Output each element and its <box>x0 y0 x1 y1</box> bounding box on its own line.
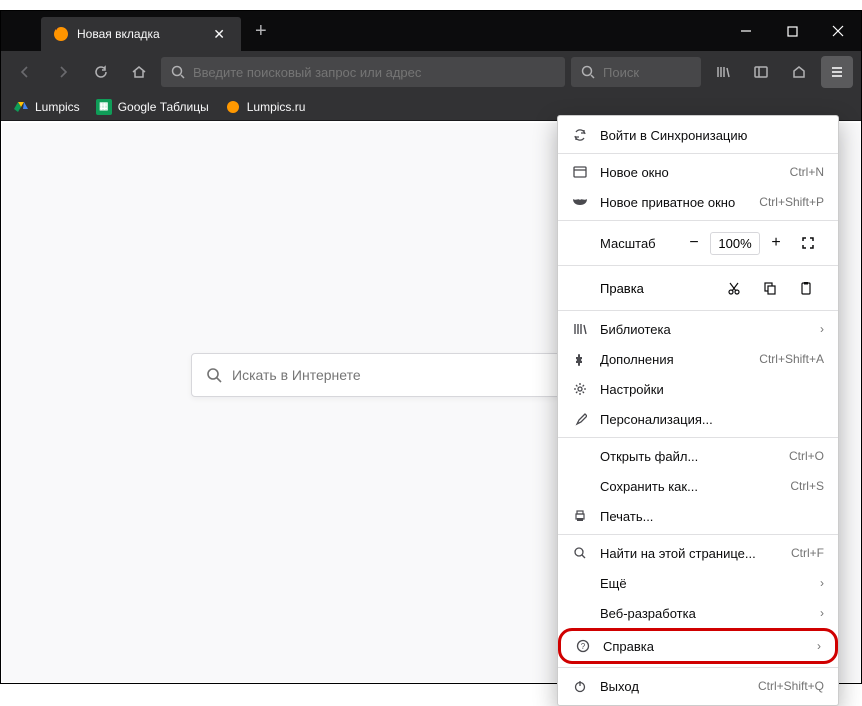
zoom-out-button[interactable]: − <box>678 229 710 257</box>
menu-print[interactable]: Печать... <box>558 501 838 531</box>
window-controls <box>723 11 861 51</box>
menu-separator <box>558 153 838 154</box>
search-input[interactable] <box>603 65 691 80</box>
bookmark-item[interactable]: Lumpics.ru <box>225 99 306 115</box>
maximize-button[interactable] <box>769 11 815 51</box>
reload-button[interactable] <box>85 56 117 88</box>
search-icon <box>581 65 595 79</box>
puzzle-icon <box>572 351 588 367</box>
zoom-value: 100% <box>710 232 760 255</box>
menu-separator <box>558 534 838 535</box>
print-icon <box>572 508 588 524</box>
url-input[interactable] <box>193 65 555 80</box>
library-icon <box>572 321 588 337</box>
menu-quit[interactable]: Выход Ctrl+Shift+Q <box>558 671 838 701</box>
library-button[interactable] <box>707 56 739 88</box>
toolbar <box>1 51 861 93</box>
menu-separator <box>558 220 838 221</box>
menu-edit: Правка <box>558 269 838 307</box>
bookmark-label: Google Таблицы <box>118 100 209 114</box>
chevron-right-icon: › <box>820 322 824 336</box>
menu-button[interactable] <box>821 56 853 88</box>
power-icon <box>572 678 588 694</box>
gear-icon <box>572 381 588 397</box>
browser-tab[interactable]: Новая вкладка ✕ <box>41 17 241 51</box>
menu-more[interactable]: Ещё › <box>558 568 838 598</box>
copy-button[interactable] <box>752 274 788 302</box>
forward-button[interactable] <box>47 56 79 88</box>
paste-button[interactable] <box>788 274 824 302</box>
bookmark-label: Lumpics.ru <box>247 100 306 114</box>
search-icon <box>171 65 185 79</box>
menu-addons[interactable]: Дополнения Ctrl+Shift+A <box>558 344 838 374</box>
back-button[interactable] <box>9 56 41 88</box>
extensions-button[interactable] <box>783 56 815 88</box>
svg-text:?: ? <box>581 642 586 651</box>
close-button[interactable] <box>815 11 861 51</box>
menu-webdev[interactable]: Веб-разработка › <box>558 598 838 628</box>
menu-open-file[interactable]: Открыть файл... Ctrl+O <box>558 441 838 471</box>
sheets-icon: ▦ <box>96 99 112 115</box>
window-icon <box>572 164 588 180</box>
menu-separator <box>558 265 838 266</box>
chevron-right-icon: › <box>820 576 824 590</box>
menu-settings[interactable]: Настройки <box>558 374 838 404</box>
app-menu: Войти в Синхронизацию Новое окно Ctrl+N … <box>557 115 839 706</box>
mask-icon <box>572 194 588 210</box>
url-bar[interactable] <box>161 57 565 87</box>
fullscreen-button[interactable] <box>792 229 824 257</box>
sidebar-button[interactable] <box>745 56 777 88</box>
menu-library[interactable]: Библиотека › <box>558 314 838 344</box>
help-icon: ? <box>575 638 591 654</box>
zoom-in-button[interactable]: + <box>760 229 792 257</box>
chevron-right-icon: › <box>820 606 824 620</box>
bookmark-label: Lumpics <box>35 100 80 114</box>
menu-new-private[interactable]: Новое приватное окно Ctrl+Shift+P <box>558 187 838 217</box>
browser-window: Новая вкладка ✕ + Lumpics <box>0 10 862 684</box>
home-button[interactable] <box>123 56 155 88</box>
cut-button[interactable] <box>716 274 752 302</box>
menu-customize[interactable]: Персонализация... <box>558 404 838 434</box>
new-tab-button[interactable]: + <box>241 20 281 43</box>
site-icon <box>225 99 241 115</box>
menu-separator <box>558 667 838 668</box>
chevron-right-icon: › <box>817 639 821 653</box>
tab-title: Новая вкладка <box>77 27 201 41</box>
menu-new-window[interactable]: Новое окно Ctrl+N <box>558 157 838 187</box>
sync-icon <box>572 127 588 143</box>
drive-icon <box>13 99 29 115</box>
menu-zoom: Масштаб − 100% + <box>558 224 838 262</box>
brush-icon <box>572 411 588 427</box>
titlebar: Новая вкладка ✕ + <box>1 11 861 51</box>
search-icon <box>206 367 222 383</box>
find-icon <box>572 545 588 561</box>
bookmark-item[interactable]: Lumpics <box>13 99 80 115</box>
menu-save-as[interactable]: Сохранить как... Ctrl+S <box>558 471 838 501</box>
minimize-button[interactable] <box>723 11 769 51</box>
search-bar[interactable] <box>571 57 701 87</box>
tab-close-button[interactable]: ✕ <box>209 26 229 43</box>
menu-find[interactable]: Найти на этой странице... Ctrl+F <box>558 538 838 568</box>
menu-help[interactable]: ? Справка › <box>558 628 838 664</box>
bookmark-item[interactable]: ▦ Google Таблицы <box>96 99 209 115</box>
menu-separator <box>558 437 838 438</box>
firefox-icon <box>53 26 69 42</box>
menu-separator <box>558 310 838 311</box>
menu-sync[interactable]: Войти в Синхронизацию <box>558 120 838 150</box>
